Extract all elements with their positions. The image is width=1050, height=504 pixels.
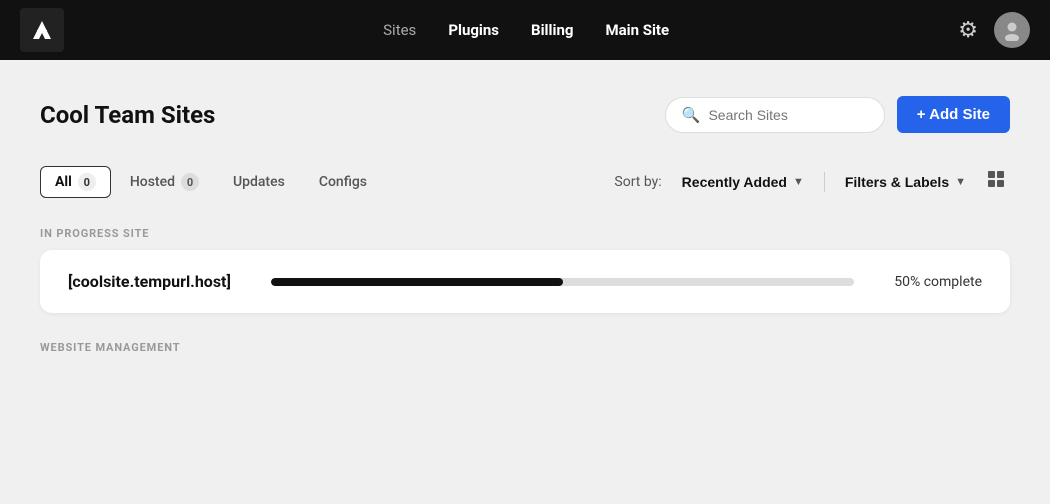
- sort-label: Sort by:: [614, 174, 661, 190]
- tab-hosted-label: Hosted: [130, 174, 175, 190]
- divider: [824, 172, 825, 192]
- progress-bar-container: [271, 278, 854, 286]
- tab-all[interactable]: All 0: [40, 166, 111, 198]
- search-icon: 🔍: [682, 106, 701, 124]
- progress-label: 50% complete: [894, 274, 982, 290]
- filters-chevron-icon: ▼: [955, 176, 966, 188]
- tab-updates[interactable]: Updates: [218, 167, 300, 197]
- tab-updates-label: Updates: [233, 174, 285, 190]
- tab-group: All 0 Hosted 0 Updates Configs: [40, 166, 382, 198]
- tabs-row: All 0 Hosted 0 Updates Configs Sort by: …: [40, 165, 1010, 199]
- nav-links: Sites Plugins Billing Main Site: [94, 21, 958, 39]
- main-content: Cool Team Sites 🔍 + Add Site All 0 Hoste…: [0, 60, 1050, 378]
- nav-billing[interactable]: Billing: [531, 21, 573, 39]
- site-url: [coolsite.tempurl.host]: [68, 272, 231, 291]
- website-management-label: WEBSITE MANAGEMENT: [40, 341, 1010, 354]
- logo[interactable]: [20, 8, 64, 52]
- page-title: Cool Team Sites: [40, 101, 215, 129]
- add-site-button[interactable]: + Add Site: [897, 96, 1010, 133]
- nav-sites[interactable]: Sites: [383, 21, 416, 39]
- filters-dropdown[interactable]: Filters & Labels ▼: [837, 170, 974, 194]
- filters-label: Filters & Labels: [845, 174, 949, 190]
- nav-main-site[interactable]: Main Site: [605, 21, 669, 39]
- avatar[interactable]: [994, 12, 1030, 48]
- nav-right: ⚙: [958, 12, 1030, 48]
- header-row: Cool Team Sites 🔍 + Add Site: [40, 96, 1010, 133]
- chevron-down-icon: ▼: [793, 176, 804, 188]
- tab-hosted[interactable]: Hosted 0: [115, 166, 214, 198]
- progress-bar-fill: [271, 278, 563, 286]
- gear-icon[interactable]: ⚙: [958, 18, 978, 43]
- tab-configs-label: Configs: [319, 174, 367, 190]
- nav-plugins[interactable]: Plugins: [448, 21, 499, 39]
- tab-all-label: All: [55, 174, 72, 190]
- tab-hosted-badge: 0: [181, 173, 199, 191]
- tab-configs[interactable]: Configs: [304, 167, 382, 197]
- in-progress-section-label: IN PROGRESS SITE: [40, 227, 1010, 240]
- sort-value: Recently Added: [682, 174, 787, 190]
- tab-all-badge: 0: [78, 173, 96, 191]
- grid-icon: [986, 169, 1006, 195]
- search-box: 🔍: [665, 97, 885, 133]
- grid-view-button[interactable]: [982, 165, 1010, 199]
- search-input[interactable]: [708, 107, 867, 123]
- tabs-right: Sort by: Recently Added ▼ Filters & Labe…: [614, 165, 1010, 199]
- header-actions: 🔍 + Add Site: [665, 96, 1010, 133]
- sort-dropdown[interactable]: Recently Added ▼: [674, 170, 812, 194]
- site-card: [coolsite.tempurl.host] 50% complete: [40, 250, 1010, 313]
- navbar: Sites Plugins Billing Main Site ⚙: [0, 0, 1050, 60]
